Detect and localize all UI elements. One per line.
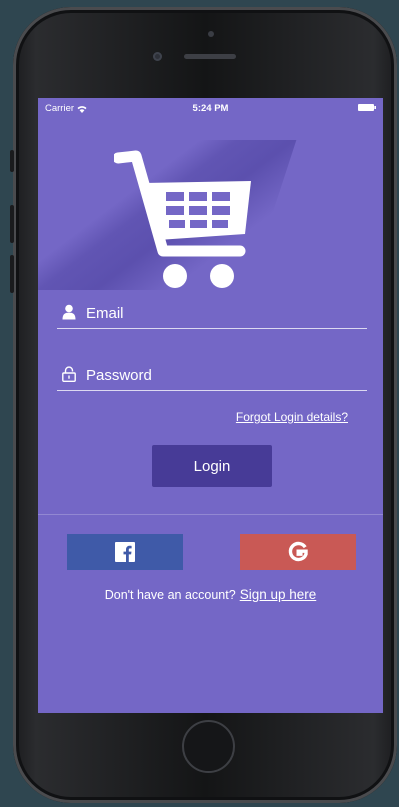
mute-switch [10,150,14,172]
battery-icon [358,104,376,111]
google-login-button[interactable] [240,534,356,570]
facebook-login-button[interactable] [67,534,183,570]
signup-prompt-text: Don't have an account? [104,588,236,602]
shopping-cart-icon [114,150,251,288]
section-divider [38,514,383,515]
signup-link[interactable]: Sign up here [240,587,317,602]
forgot-login-link[interactable]: Forgot Login details? [236,410,348,424]
password-input[interactable] [86,362,356,388]
email-input[interactable] [86,300,356,326]
password-field[interactable] [57,360,367,391]
home-button[interactable] [182,720,235,773]
signup-prompt-line: Don't have an account? Sign up here [38,587,383,602]
status-bar: Carrier 5:24 PM [38,98,383,118]
front-camera [208,31,214,37]
volume-down-key [10,255,14,293]
lock-icon [62,366,76,382]
facebook-icon [115,542,135,562]
status-time: 5:24 PM [192,103,229,114]
email-field[interactable] [57,298,367,329]
user-icon [62,304,76,320]
proximity-sensor [153,52,162,61]
earpiece-speaker [184,54,236,59]
login-button[interactable]: Login [152,445,272,487]
volume-up-key [10,205,14,243]
google-icon [288,541,308,562]
app-screen: Carrier 5:24 PM Email Forgot Login detai… [38,98,383,713]
